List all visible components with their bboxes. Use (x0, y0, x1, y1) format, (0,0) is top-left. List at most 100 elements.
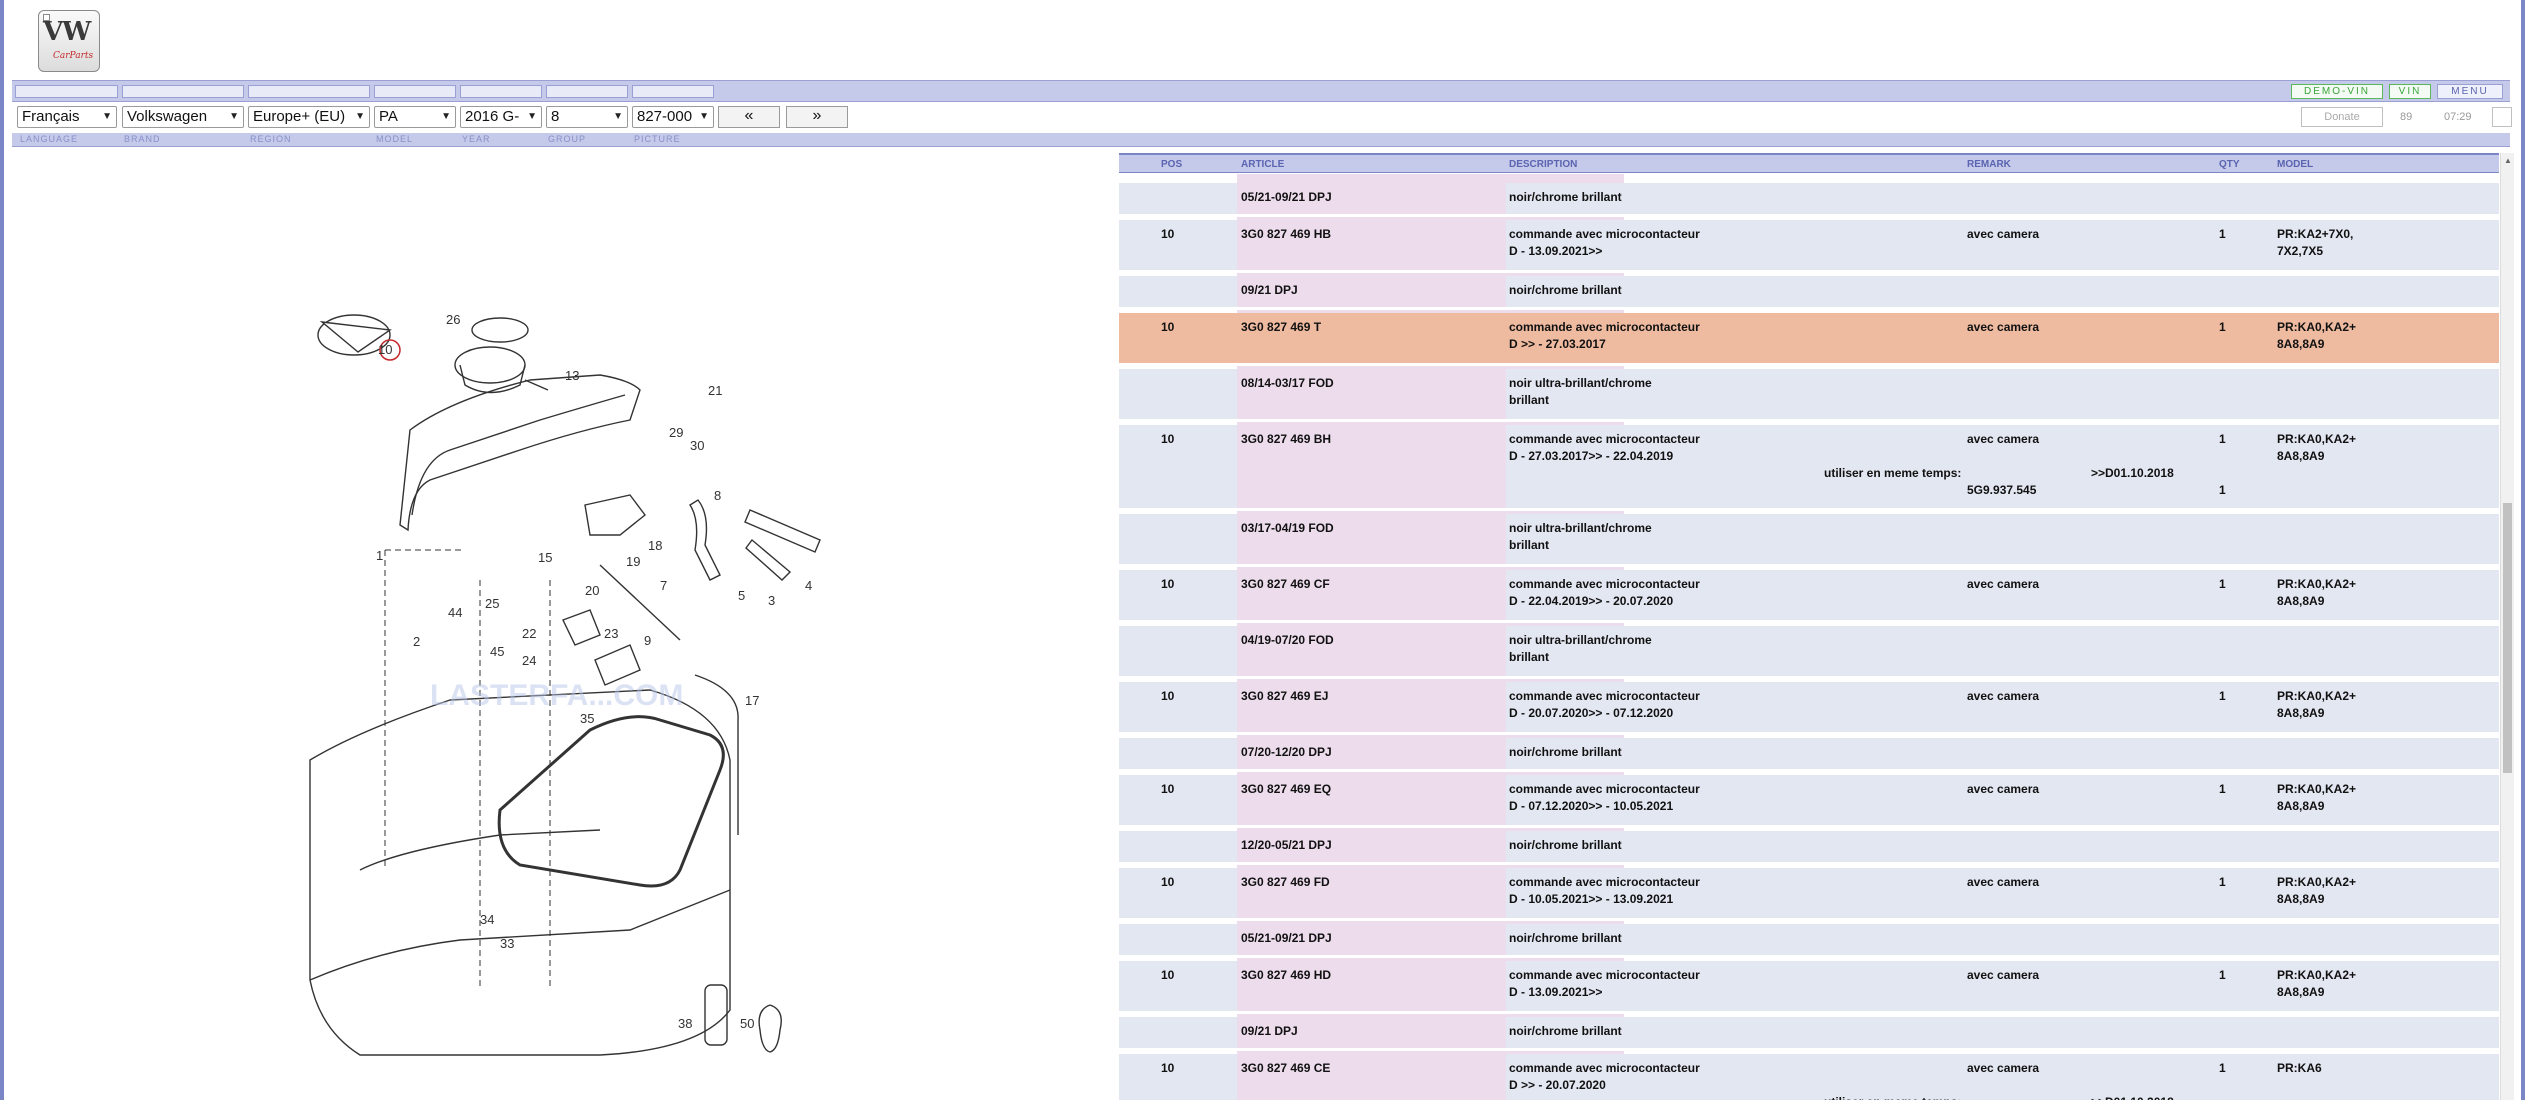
label-brand: BRAND (124, 134, 161, 144)
row-article: 09/21 DPJ (1241, 1024, 1298, 1038)
row-description: D - 20.07.2020>> - 07.12.2020 (1509, 706, 1674, 720)
label-year: YEAR (462, 134, 491, 144)
language-select[interactable]: Français ▼ (17, 106, 117, 128)
table-row[interactable]: 10 3G0 827 469 FD commande avec microconta… (1119, 868, 2499, 921)
watermark-text: LASTERFA...COM (430, 679, 683, 712)
table-row[interactable]: 10 3G0 827 469 T commande avec microcontac… (1119, 313, 2499, 366)
table-row[interactable]: 10 3G0 827 469 CF commande avec microconta… (1119, 570, 2499, 623)
table-row[interactable]: 10 3G0 827 469 HB commande avec microconta… (1119, 220, 2499, 273)
row-pos: 10 (1161, 875, 1175, 889)
callout-9: 9 (644, 633, 651, 648)
label-region: REGION (250, 134, 292, 144)
table-row[interactable]: 10 3G0 827 469 CE commande avec microconta… (1119, 1054, 2499, 1100)
callout-25: 25 (485, 596, 499, 611)
callout-13: 13 (565, 368, 579, 383)
table-row[interactable]: 09/21 DPJ noir/chrome brillant (1119, 276, 2499, 310)
table-row[interactable]: 04/19-07/20 FOD noir ultra-brillant/chrom… (1119, 626, 2499, 679)
label-language: LANGUAGE (20, 134, 79, 144)
row-qty: 1 (2219, 1061, 2226, 1075)
table-row[interactable]: 09/21 DPJ noir/chrome brillant (1119, 1017, 2499, 1051)
nav-slot[interactable] (248, 85, 370, 98)
table-row[interactable]: 10 3G0 827 469 BH commande avec microconta… (1119, 425, 2499, 511)
vin-button[interactable]: VIN (2389, 84, 2431, 99)
row-extra-code: 5G9.937.545 (1967, 483, 2037, 497)
row-qty: 1 (2219, 689, 2226, 703)
brand-value: Volkswagen (127, 108, 208, 125)
scroll-up-icon[interactable]: ▲ (2504, 156, 2512, 165)
callout-21: 21 (708, 383, 722, 398)
nav-slot[interactable] (632, 85, 714, 98)
row-description: noir/chrome brillant (1509, 190, 1622, 204)
label-group: GROUP (548, 134, 587, 144)
donate-button[interactable]: Donate (2301, 107, 2383, 127)
picture-select[interactable]: 827-000 ▼ (632, 106, 714, 128)
parts-diagram: 10 26 13 21 29 30 8 1 15 18 19 20 7 5 3 … (309, 312, 821, 1056)
row-date-ref: >>D01.10.2018 (2091, 1094, 2201, 1100)
top-toolbar: DEMO-VIN VIN MENU (12, 80, 2510, 102)
demo-vin-button[interactable]: DEMO-VIN (2291, 84, 2383, 99)
nav-slot[interactable] (460, 85, 542, 98)
row-model: PR:KA0,KA2+ (2277, 320, 2357, 334)
table-row[interactable]: 12/20-05/21 DPJ noir/chrome brillant (1119, 831, 2499, 865)
nav-slot[interactable] (374, 85, 456, 98)
table-row[interactable]: 07/20-12/20 DPJ noir/chrome brillant (1119, 738, 2499, 772)
row-remark: avec camera (1967, 782, 2040, 796)
logo-text: VW (43, 17, 91, 47)
year-select[interactable]: 2016 G- ▼ (460, 106, 542, 128)
nav-slot[interactable] (15, 85, 118, 98)
callout-4: 4 (805, 578, 812, 593)
row-description: brillant (1509, 393, 1550, 407)
table-row[interactable]: 05/21-09/21 DPJ noir/chrome brillant (1119, 183, 2499, 217)
table-header: POS ARTICLE DESCRIPTION REMARK QTY MODEL (1119, 153, 2499, 173)
row-date-ref: >>D01.10.2018 (2091, 466, 2174, 480)
row-qty: 1 (2219, 227, 2226, 241)
nav-slot[interactable] (122, 85, 244, 98)
row-article: 03/17-04/19 FOD (1241, 521, 1334, 535)
row-description: commande avec microcontacteur (1509, 432, 1700, 446)
callout-34: 34 (480, 912, 494, 927)
row-remark: avec camera (1967, 320, 2040, 334)
row-remark: avec camera (1967, 875, 2040, 889)
scroll-thumb[interactable] (2503, 503, 2512, 773)
row-article: 04/19-07/20 FOD (1241, 633, 1334, 647)
row-model: PR:KA0,KA2+ (2277, 875, 2357, 889)
row-description: commande avec microcontacteur (1509, 227, 1700, 241)
table-row[interactable]: 08/14-03/17 FOD noir ultra-brillant/chrom… (1119, 369, 2499, 422)
vw-logo[interactable]: VW CarParts (38, 10, 100, 72)
row-article: 08/14-03/17 FOD (1241, 376, 1334, 390)
callout-45: 45 (490, 644, 504, 659)
table-row[interactable]: 10 3G0 827 469 EQ commande avec microconta… (1119, 775, 2499, 828)
chevron-down-icon: ▼ (527, 111, 537, 122)
logo-subtext: CarParts (53, 51, 94, 61)
menu-button[interactable]: MENU (2437, 84, 2503, 99)
callout-22: 22 (522, 626, 536, 641)
region-value: Europe+ (EU) (253, 108, 346, 125)
table-row[interactable]: 10 3G0 827 469 HD commande avec microconta… (1119, 961, 2499, 1014)
row-description: D - 27.03.2017>> - 22.04.2019 (1509, 449, 1674, 463)
col-model: MODEL (2277, 159, 2314, 170)
table-row[interactable]: 10 3G0 827 469 EJ commande avec microconta… (1119, 682, 2499, 735)
status-box[interactable] (2492, 107, 2512, 127)
row-article: 3G0 827 469 T (1241, 320, 1322, 334)
row-description: commande avec microcontacteur (1509, 320, 1700, 334)
row-description: commande avec microcontacteur (1509, 577, 1700, 591)
prev-button[interactable]: « (718, 106, 780, 128)
model-select[interactable]: PA ▼ (374, 106, 456, 128)
row-qty: 1 (2219, 577, 2226, 591)
col-pos: POS (1161, 159, 1183, 170)
row-description: brillant (1509, 650, 1550, 664)
brand-select[interactable]: Volkswagen ▼ (122, 106, 244, 128)
row-article: 3G0 827 469 HD (1241, 968, 1332, 982)
table-row[interactable]: 03/17-04/19 FOD noir ultra-brillant/chrom… (1119, 514, 2499, 567)
group-select[interactable]: 8 ▼ (546, 106, 628, 128)
row-pos: 10 (1161, 782, 1175, 796)
table-row[interactable]: 05/21-09/21 DPJ noir/chrome brillant (1119, 924, 2499, 958)
nav-slot[interactable] (546, 85, 628, 98)
table-scrollbar[interactable]: ▲ (2500, 153, 2514, 1100)
row-model: PR:KA0,KA2+ (2277, 577, 2357, 591)
next-button[interactable]: » (786, 106, 848, 128)
row-qty: 1 (2219, 320, 2226, 334)
row-use-together: utiliser en meme temps: (1824, 466, 1962, 480)
row-description: commande avec microcontacteur (1509, 968, 1700, 982)
region-select[interactable]: Europe+ (EU) ▼ (248, 106, 370, 128)
